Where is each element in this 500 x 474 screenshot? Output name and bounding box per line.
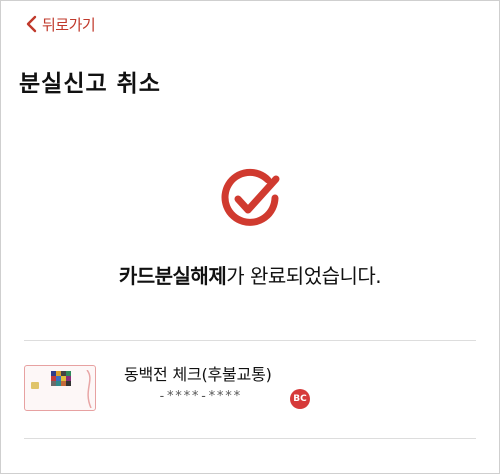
back-label: 뒤로가기: [42, 15, 96, 34]
chevron-left-icon: [26, 15, 37, 33]
bc-card-logo: BC: [290, 389, 310, 409]
page-title: 분실신고 취소: [19, 71, 161, 97]
card-art-image: [51, 371, 71, 386]
card-item[interactable]: 동백전 체크(후불교통) -****-**** BC: [24, 341, 476, 437]
card-thumbnail: [24, 365, 96, 411]
divider-bottom: [24, 438, 476, 439]
card-wave-graphic: [86, 370, 92, 408]
completion-message-strong: 카드분실해제: [118, 264, 227, 288]
card-number: -****-****: [158, 389, 242, 404]
completion-message: 카드분실해제가 완료되었습니다.: [0, 260, 500, 289]
check-circle-icon: [221, 168, 280, 226]
completion-message-rest: 가 완료되었습니다.: [226, 264, 382, 288]
card-name: 동백전 체크(후불교통): [124, 365, 272, 384]
back-button[interactable]: 뒤로가기: [24, 12, 96, 36]
card-chip: [31, 382, 39, 389]
